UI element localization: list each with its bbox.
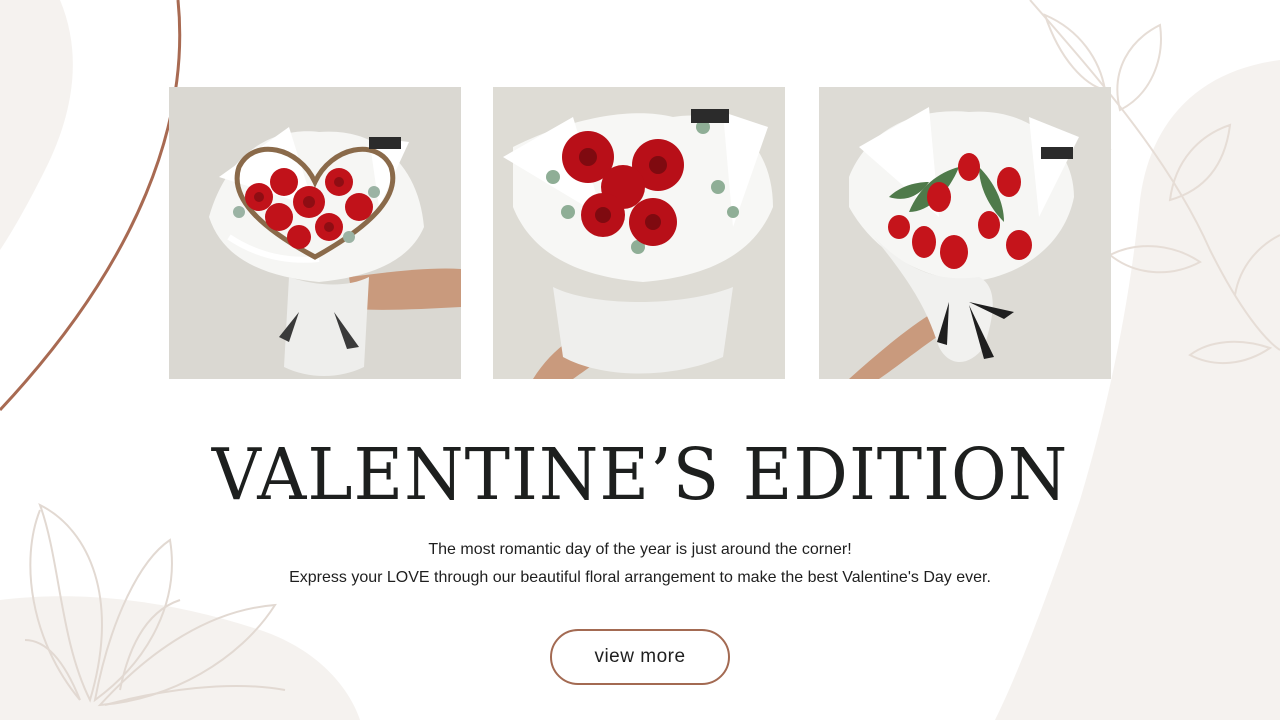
beige-blob-bottom-left xyxy=(0,596,360,720)
subtitle-line-2: Express your LOVE through our beautiful … xyxy=(289,569,991,586)
page-title: VALENTINE’S EDITION xyxy=(211,434,1069,517)
bouquet-photo-red-tulips xyxy=(819,87,1111,379)
view-more-button[interactable]: view more xyxy=(550,629,730,685)
bouquet-photo-red-roses xyxy=(493,87,785,379)
subtitle-line-1: The most romantic day of the year is jus… xyxy=(428,541,852,558)
beige-blob-left xyxy=(0,0,73,250)
bouquet-photo-heart-roses xyxy=(169,87,461,379)
